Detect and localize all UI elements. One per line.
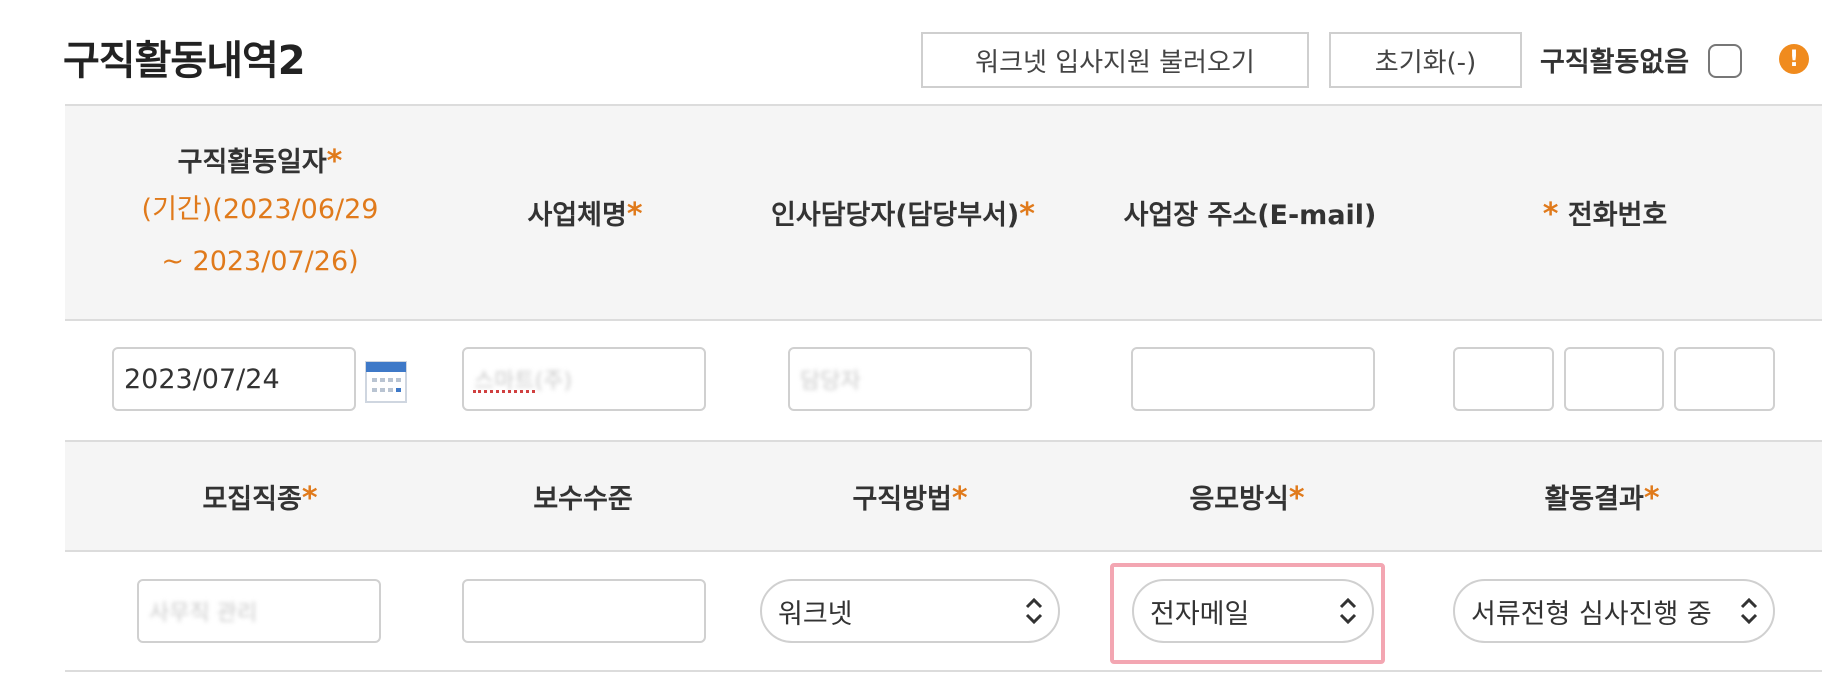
header-result-label: 활동결과 (1544, 484, 1644, 515)
job-type-value: 사무직 관리 (149, 601, 258, 626)
required-star: * (951, 481, 968, 516)
required-star: * (1019, 197, 1035, 232)
result-value: 서류전형 심사진행 중 (1471, 598, 1712, 630)
chevron-updown-icon (1740, 597, 1758, 625)
chevron-updown-icon (1025, 597, 1043, 625)
period-line-1: (기간)(2023/06/29 (141, 194, 379, 225)
header-result: 활동결과* (1502, 477, 1702, 516)
required-star: * (1288, 481, 1305, 516)
phone-input-1[interactable] (1453, 347, 1554, 411)
chevron-updown-icon (1339, 597, 1357, 625)
load-worknet-button[interactable]: 워크넷 입사지원 불러오기 (921, 32, 1309, 88)
header-address: 사업장 주소(E-mail) (1123, 200, 1377, 231)
date-input[interactable]: 2023/07/24 (112, 347, 356, 411)
required-star: * (1643, 481, 1660, 516)
job-search-method-value: 워크넷 (778, 598, 853, 630)
row-divider (65, 670, 1822, 672)
phone-input-2[interactable] (1564, 347, 1664, 411)
hr-contact-input[interactable]: 담당자 (788, 347, 1032, 411)
spellcheck-underline (473, 390, 535, 393)
salary-input[interactable] (462, 579, 706, 643)
company-name-input[interactable]: 스마트(주) (462, 347, 706, 411)
period-line-2: ~ 2023/07/26) (161, 246, 359, 277)
header-date: 구직활동일자* (90, 140, 430, 179)
header-company: 사업체명* (460, 193, 710, 232)
header-job-type-label: 모집직종 (202, 484, 302, 515)
header-date-label: 구직활동일자 (177, 147, 327, 178)
job-type-input[interactable]: 사무직 관리 (137, 579, 381, 643)
job-search-method-select[interactable]: 워크넷 (760, 579, 1060, 643)
header-job-type: 모집직종* (160, 477, 360, 516)
apply-method-value: 전자메일 (1150, 598, 1250, 630)
header-company-label: 사업체명 (527, 200, 627, 231)
header-hr-label: 인사담당자(담당부서) (771, 200, 1020, 231)
header-method-label: 구직방법 (852, 484, 952, 515)
header-hr: 인사담당자(담당부서)* (748, 193, 1058, 232)
header-method: 구직방법* (810, 477, 1010, 516)
hr-contact-value: 담당자 (800, 369, 861, 394)
header-phone-label: 전화번호 (1567, 200, 1668, 231)
header-apply-method: 응모방식* (1147, 477, 1347, 516)
required-star: * (326, 144, 343, 179)
apply-method-select[interactable]: 전자메일 (1132, 579, 1374, 643)
header-salary: 보수수준 (533, 484, 633, 515)
no-activity-checkbox[interactable] (1708, 44, 1742, 78)
result-select[interactable]: 서류전형 심사진행 중 (1453, 579, 1775, 643)
required-star: * (1542, 197, 1559, 232)
phone-input-3[interactable] (1674, 347, 1775, 411)
required-star: * (626, 197, 643, 232)
no-activity-label: 구직활동없음 (1540, 47, 1690, 78)
calendar-icon[interactable] (365, 361, 407, 403)
header-apply-method-label: 응모방식 (1189, 484, 1289, 515)
header-phone: * 전화번호 (1445, 193, 1765, 232)
warning-icon[interactable]: ! (1779, 44, 1809, 74)
reset-button[interactable]: 초기화(-) (1329, 32, 1522, 88)
required-star: * (301, 481, 318, 516)
address-input[interactable] (1131, 347, 1375, 411)
section-title: 구직활동내역2 (63, 38, 306, 84)
